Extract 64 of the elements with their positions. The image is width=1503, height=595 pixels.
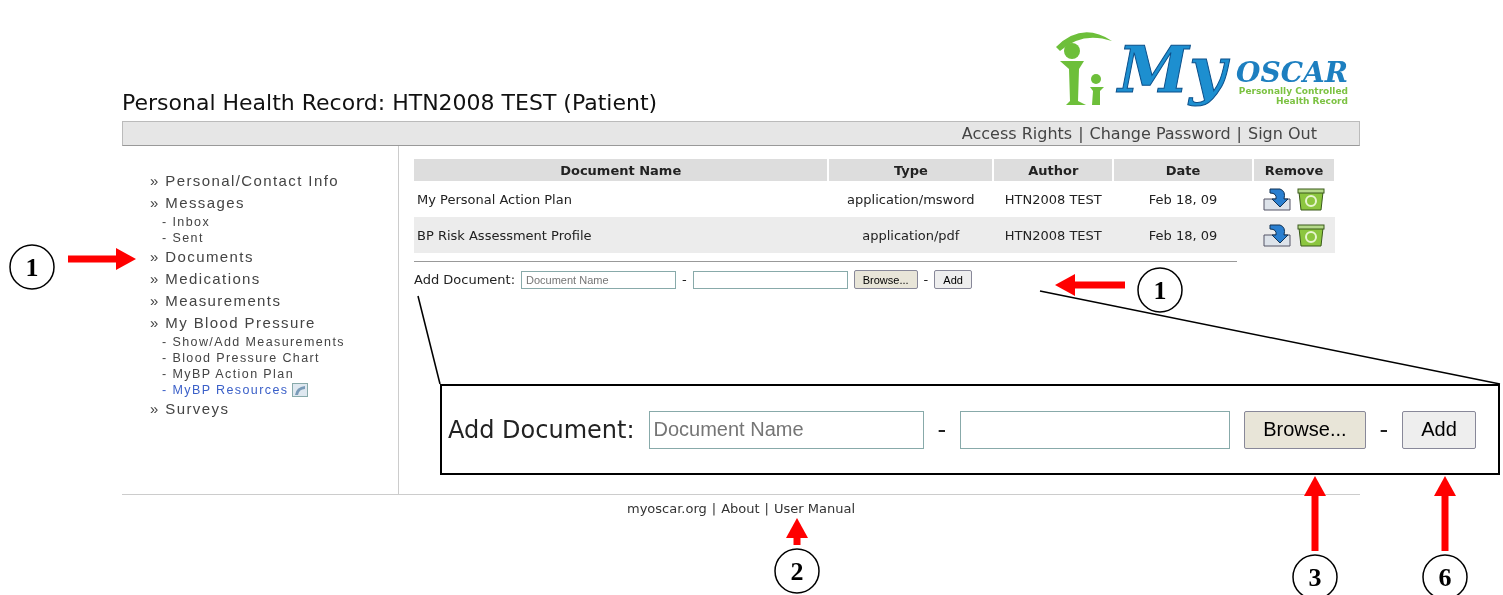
table-cell: HTN2008 TEST xyxy=(993,217,1114,253)
header-link[interactable]: Access Rights xyxy=(961,124,1073,143)
separator: - xyxy=(682,272,687,287)
browse-button[interactable]: Browse... xyxy=(1244,410,1366,449)
browse-button[interactable]: Browse... xyxy=(853,270,918,289)
separator: - xyxy=(937,415,947,444)
document-name-link[interactable]: BP Risk Assessment Profile xyxy=(414,217,829,253)
table-cell: Feb 18, 09 xyxy=(1113,217,1253,253)
page-title: Personal Health Record: HTN2008 TEST (Patient) xyxy=(122,90,658,115)
sidebar-sublink[interactable]: - MyBP Action Plan xyxy=(162,366,294,382)
sidebar-link[interactable]: » Medications xyxy=(150,268,398,290)
logo-wordmark: OSCAR xyxy=(1236,59,1348,88)
column-header: Document Name xyxy=(414,159,829,181)
download-icon[interactable] xyxy=(1262,223,1292,247)
add-document-label: Add Document: xyxy=(448,415,635,444)
step-number: 1 xyxy=(1137,267,1183,313)
footer-link[interactable]: About xyxy=(721,501,760,516)
header-link[interactable]: Change Password xyxy=(1089,124,1231,143)
separator: | xyxy=(1078,124,1084,143)
file-path-field[interactable] xyxy=(692,270,848,289)
sidebar-sublink[interactable]: - Blood Pressure Chart xyxy=(162,350,320,366)
add-button[interactable]: Add xyxy=(934,270,972,289)
step-number: 3 xyxy=(1292,554,1338,595)
logo-tagline: Personally Controlled Health Record xyxy=(1238,87,1348,107)
table-cell: application/msword xyxy=(828,181,994,217)
sidebar-link[interactable]: » Measurements xyxy=(150,290,398,312)
separator: | xyxy=(711,501,717,516)
column-header: Date xyxy=(1113,159,1253,181)
sidebar-sublink[interactable]: - MyBP Resources xyxy=(162,382,289,398)
document-name-field[interactable]: Document Name xyxy=(521,270,677,289)
step-number: 1 xyxy=(9,244,55,290)
step-number: 6 xyxy=(1422,554,1468,595)
logo-wordmark: My xyxy=(1114,33,1235,107)
file-path-field[interactable] xyxy=(960,410,1231,449)
sidebar-link[interactable]: » Documents xyxy=(150,246,398,268)
separator: - xyxy=(1379,415,1389,444)
table-cell: HTN2008 TEST xyxy=(993,181,1114,217)
sidebar-link[interactable]: » Personal/Contact Info xyxy=(150,170,398,192)
sidebar-sublink[interactable]: - Show/Add Measurements xyxy=(162,334,345,350)
footer-link[interactable]: myoscar.org xyxy=(626,501,707,516)
sidebar-sublink[interactable]: - Inbox xyxy=(162,214,211,230)
column-header: Type xyxy=(828,159,994,181)
recycle-bin-icon[interactable] xyxy=(1296,223,1326,247)
recycle-bin-icon[interactable] xyxy=(1296,187,1326,211)
document-name-field[interactable]: Document Name xyxy=(648,410,924,449)
footer-link[interactable]: User Manual xyxy=(774,501,855,516)
sidebar-link[interactable]: » My Blood Pressure xyxy=(150,312,398,334)
sidebar-link[interactable]: » Messages xyxy=(150,192,398,214)
document-name-link[interactable]: My Personal Action Plan xyxy=(414,181,829,217)
download-icon[interactable] xyxy=(1262,187,1292,211)
table-cell: Feb 18, 09 xyxy=(1113,181,1253,217)
table-cell: application/pdf xyxy=(828,217,994,253)
separator: - xyxy=(923,272,929,287)
column-header: Author xyxy=(993,159,1114,181)
add-document-label: Add Document: xyxy=(414,272,516,287)
add-button[interactable]: Add xyxy=(1402,410,1476,449)
external-link-icon xyxy=(292,383,309,397)
step-number: 2 xyxy=(774,548,820,594)
column-header: Remove xyxy=(1253,159,1335,181)
sidebar-link[interactable]: » Surveys xyxy=(150,398,398,420)
header-link[interactable]: Sign Out xyxy=(1248,124,1317,143)
sidebar-sublink[interactable]: - Sent xyxy=(162,230,204,246)
separator: | xyxy=(1236,124,1242,143)
separator: | xyxy=(764,501,769,516)
